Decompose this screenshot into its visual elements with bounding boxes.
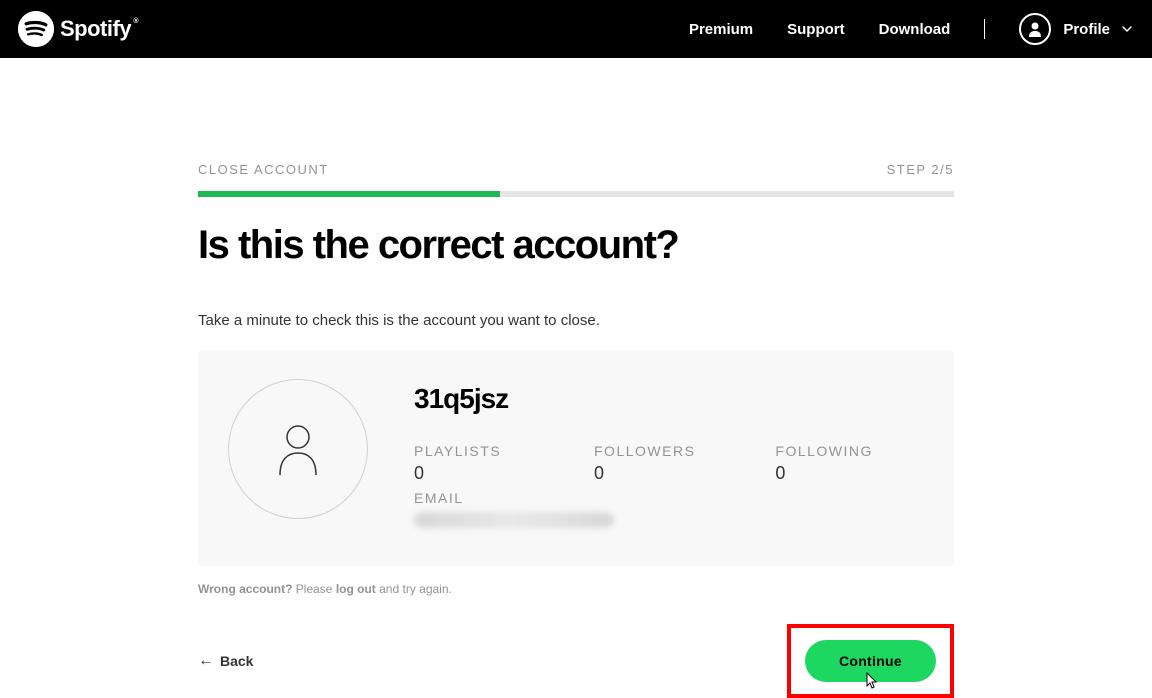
wrong-account-prefix: Wrong account? <box>198 582 292 596</box>
arrow-left-icon: ← <box>198 652 214 670</box>
nav-divider <box>984 19 985 39</box>
email-label: EMAIL <box>414 490 924 506</box>
chevron-down-icon <box>1122 23 1132 35</box>
header-nav: Premium Support Download Profile <box>689 13 1132 45</box>
progress-bar <box>198 191 954 197</box>
account-card: 31q5jsz PLAYLISTS 0 FOLLOWERS 0 FOLLOWIN… <box>198 351 954 566</box>
logout-link[interactable]: log out <box>336 582 376 596</box>
nav-support[interactable]: Support <box>787 21 845 38</box>
back-label: Back <box>220 653 253 669</box>
user-avatar <box>228 379 368 519</box>
main-content: CLOSE ACCOUNT STEP 2/5 Is this the corre… <box>198 58 954 698</box>
spotify-icon <box>18 11 54 47</box>
stat-playlists: PLAYLISTS 0 <box>414 443 514 484</box>
following-label: FOLLOWING <box>775 443 875 459</box>
profile-menu[interactable]: Profile <box>1019 13 1132 45</box>
email-value-redacted <box>414 512 614 528</box>
profile-label: Profile <box>1063 21 1110 38</box>
spotify-logo[interactable]: Spotify <box>18 11 131 47</box>
progress-fill <box>198 191 500 197</box>
followers-value: 0 <box>594 463 695 484</box>
wrong-account-please: Please <box>292 582 335 596</box>
account-info: 31q5jsz PLAYLISTS 0 FOLLOWERS 0 FOLLOWIN… <box>414 379 924 528</box>
page-title: Is this the correct account? <box>198 223 954 268</box>
stat-followers: FOLLOWERS 0 <box>594 443 695 484</box>
continue-button[interactable]: Continue <box>805 640 936 682</box>
continue-highlight-box: Continue <box>787 624 954 698</box>
following-value: 0 <box>775 463 875 484</box>
playlists-label: PLAYLISTS <box>414 443 514 459</box>
back-button[interactable]: ← Back <box>198 652 253 670</box>
breadcrumb-row: CLOSE ACCOUNT STEP 2/5 <box>198 162 954 177</box>
stats-row: PLAYLISTS 0 FOLLOWERS 0 FOLLOWING 0 <box>414 443 924 484</box>
followers-label: FOLLOWERS <box>594 443 695 459</box>
app-header: Spotify Premium Support Download Profile <box>0 0 1152 58</box>
nav-download[interactable]: Download <box>879 21 951 38</box>
spotify-wordmark: Spotify <box>60 16 131 42</box>
breadcrumb: CLOSE ACCOUNT <box>198 162 329 177</box>
action-row: ← Back Continue <box>198 624 954 698</box>
nav-premium[interactable]: Premium <box>689 21 753 38</box>
step-indicator: STEP 2/5 <box>887 162 954 177</box>
page-subtitle: Take a minute to check this is the accou… <box>198 312 954 329</box>
wrong-account-text: Wrong account? Please log out and try ag… <box>198 582 954 596</box>
playlists-value: 0 <box>414 463 514 484</box>
avatar-icon <box>1019 13 1051 45</box>
username: 31q5jsz <box>414 383 924 415</box>
stat-following: FOLLOWING 0 <box>775 443 875 484</box>
wrong-account-suffix: and try again. <box>376 582 452 596</box>
